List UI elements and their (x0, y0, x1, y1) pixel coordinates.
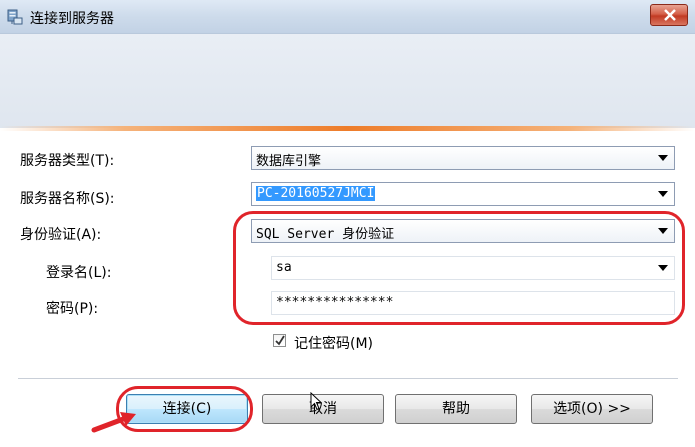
server-name-selected-text: PC-20160527JMCI (256, 186, 376, 201)
server-name-value: PC-20160527JMCI (256, 186, 376, 201)
remember-password-checkbox[interactable] (273, 334, 286, 347)
server-type-select[interactable]: 数据库引擎 (251, 146, 675, 170)
password-label: 密码(P): (46, 301, 99, 317)
remember-password-label[interactable]: 记住密码(M) (294, 333, 373, 353)
help-button[interactable]: 帮助 (395, 394, 517, 424)
title-bar: 连接到服务器 (0, 0, 695, 34)
server-name-combo[interactable]: PC-20160527JMCI (251, 182, 675, 206)
cancel-button[interactable]: 取消 (262, 394, 384, 424)
annotation-ellipse-credentials (233, 211, 685, 325)
banner-divider (0, 126, 695, 131)
mouse-cursor-icon (310, 392, 322, 411)
options-button[interactable]: 选项(O) >> (531, 394, 653, 424)
annotation-arrow-icon (91, 412, 136, 433)
header-banner (0, 34, 695, 128)
server-icon (6, 8, 24, 26)
footer-divider (18, 378, 678, 380)
login-label: 登录名(L): (46, 265, 112, 281)
checkmark-icon (275, 335, 285, 346)
chevron-down-icon (658, 191, 668, 197)
server-type-label: 服务器类型(T): (20, 153, 115, 169)
window-title: 连接到服务器 (30, 11, 114, 27)
server-type-value: 数据库引擎 (256, 154, 322, 169)
server-name-label: 服务器名称(S): (20, 191, 115, 207)
close-icon (664, 9, 676, 21)
chevron-down-icon (658, 155, 668, 161)
close-button[interactable] (650, 4, 688, 26)
auth-label: 身份验证(A): (20, 227, 102, 243)
